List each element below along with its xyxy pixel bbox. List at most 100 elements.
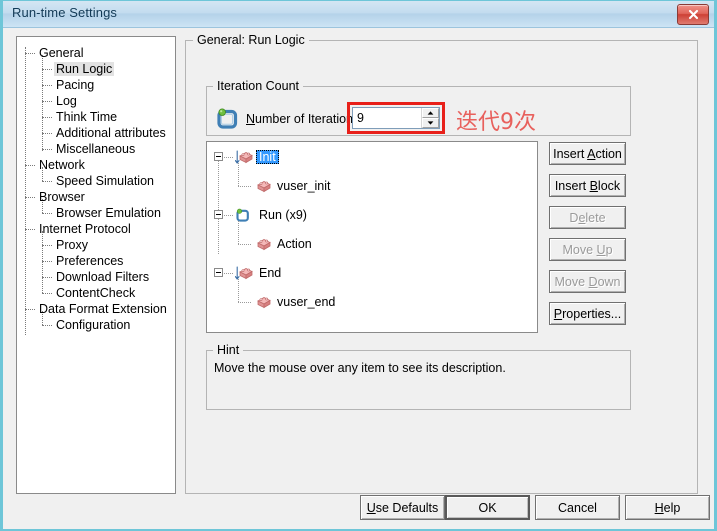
insert-action-button[interactable]: Insert Action — [549, 142, 626, 165]
sidebar-item-think-time[interactable]: Think Time — [54, 109, 119, 125]
sidebar-item-run-logic[interactable]: Run Logic — [54, 61, 115, 77]
loop-icon — [215, 107, 239, 131]
sidebar-item-download-filters[interactable]: Download Filters — [54, 269, 151, 285]
sidebar-item-label: Download Filters — [56, 270, 150, 284]
run-logic-node-init[interactable]: Init — [256, 148, 279, 166]
run-logic-node-end[interactable]: End — [256, 264, 284, 282]
runtime-settings-dialog: Run-time Settings General Run Logic Pacing… — [0, 0, 717, 531]
sidebar-item-label: Think Time — [56, 110, 118, 124]
tree-connector — [42, 117, 52, 118]
sidebar-item-additional-attributes[interactable]: Additional attributes — [54, 125, 168, 141]
close-icon[interactable] — [677, 4, 709, 25]
button-label-post: lete — [585, 210, 606, 225]
button-label-accel: U — [596, 242, 606, 257]
button-label-post: se Defaults — [375, 500, 439, 515]
tree-connector — [42, 181, 52, 182]
tree-connector — [238, 221, 239, 244]
tree-expander-icon[interactable] — [214, 210, 223, 219]
sidebar-item-proxy[interactable]: Proxy — [54, 237, 90, 253]
iteration-label-accel: N — [246, 112, 256, 126]
block-icon — [253, 237, 271, 257]
sidebar-item-label: Speed Simulation — [56, 174, 154, 188]
button-label-post: lock — [597, 178, 621, 193]
button-label-post: ction — [595, 146, 622, 161]
sidebar-item-speed-simulation[interactable]: Speed Simulation — [54, 173, 156, 189]
move-down-button: Move Down — [549, 270, 626, 293]
run-logic-tree[interactable]: Init vuser_init Run (x9) Action End vuser_end — [206, 141, 538, 333]
annotation-text: 迭代9次 — [456, 110, 536, 135]
sidebar-item-data-format-extension[interactable]: Data Format Extension — [37, 301, 169, 317]
sidebar-item-miscellaneous[interactable]: Miscellaneous — [54, 141, 137, 157]
sidebar-item-general[interactable]: General — [37, 45, 85, 61]
hint-text: Move the mouse over any item to see its … — [214, 361, 506, 375]
content-group-title: General: Run Logic — [193, 33, 309, 47]
tree-connector — [224, 215, 233, 216]
button-label-accel: P — [553, 306, 563, 321]
sidebar-item-browser[interactable]: Browser — [37, 189, 87, 205]
sidebar-item-label: Browser — [39, 190, 85, 204]
move-up-button: Move Up — [549, 238, 626, 261]
sidebar-item-configuration[interactable]: Configuration — [54, 317, 132, 333]
sidebar-item-network[interactable]: Network — [37, 157, 87, 173]
button-label-post: p — [605, 242, 613, 257]
button-label-post: roperties... — [562, 306, 622, 321]
tree-connector — [42, 245, 52, 246]
tree-connector — [25, 53, 35, 54]
sidebar-item-label: Run Logic — [54, 62, 115, 76]
tree-spine-internet — [42, 231, 43, 293]
tree-connector — [238, 302, 251, 303]
run-logic-node-label: Run (x9) — [259, 208, 307, 222]
tree-expander-icon[interactable] — [214, 268, 223, 277]
title-bar: Run-time Settings — [3, 1, 714, 28]
run-logic-node-label: Init — [256, 150, 279, 164]
sidebar-item-label: Log — [56, 94, 77, 108]
help-button[interactable]: Help — [625, 495, 710, 520]
sidebar-item-label: Proxy — [56, 238, 88, 252]
stepper-up-icon[interactable] — [422, 108, 439, 118]
run-logic-node-action[interactable]: Action — [274, 235, 315, 253]
sidebar-item-browser-emulation[interactable]: Browser Emulation — [54, 205, 163, 221]
stepper-down-icon[interactable] — [422, 118, 439, 128]
run-logic-node-vuser-init[interactable]: vuser_init — [274, 177, 334, 195]
stepper-buttons[interactable] — [421, 108, 439, 128]
run-logic-node-label: Action — [277, 237, 312, 251]
use-defaults-button[interactable]: Use Defaults — [360, 495, 445, 520]
iteration-label-rest: umber of Iterations: — [255, 112, 363, 126]
sidebar-item-label: Miscellaneous — [56, 142, 136, 156]
button-label-accel: U — [366, 500, 376, 515]
sidebar-item-internet-protocol[interactable]: Internet Protocol — [37, 221, 133, 237]
ok-button[interactable]: OK — [445, 495, 530, 520]
run-logic-node-run-x9[interactable]: Run (x9) — [256, 206, 310, 224]
properties-button[interactable]: Properties... — [549, 302, 626, 325]
tree-connector — [42, 261, 52, 262]
sidebar-item-log[interactable]: Log — [54, 93, 79, 109]
button-label-pre: Insert — [553, 146, 588, 161]
sidebar-item-preferences[interactable]: Preferences — [54, 253, 125, 269]
tree-connector — [25, 229, 35, 230]
tree-connector — [42, 277, 52, 278]
sidebar-item-contentcheck[interactable]: ContentCheck — [54, 285, 137, 301]
tree-connector — [238, 244, 251, 245]
insert-block-button[interactable]: Insert Block — [549, 174, 626, 197]
iteration-count-stepper[interactable] — [352, 107, 440, 129]
tree-connector — [42, 149, 52, 150]
iteration-count-input[interactable] — [353, 108, 421, 128]
tree-expander-icon[interactable] — [214, 152, 223, 161]
run-logic-node-label: End — [259, 266, 282, 280]
tree-connector — [42, 85, 52, 86]
block-icon — [253, 295, 271, 315]
sidebar-item-label: Preferences — [56, 254, 124, 268]
sidebar-item-label: Additional attributes — [56, 126, 166, 140]
button-label-post: own — [597, 274, 621, 289]
runlogic-spine — [218, 154, 219, 254]
settings-nav-tree[interactable]: General Run Logic Pacing Log Think Time Addit… — [16, 36, 176, 494]
cancel-button[interactable]: Cancel — [535, 495, 620, 520]
tree-connector — [42, 213, 52, 214]
tree-connector — [25, 197, 35, 198]
button-label-accel: B — [589, 178, 598, 193]
tree-connector — [42, 101, 52, 102]
sidebar-item-pacing[interactable]: Pacing — [54, 77, 96, 93]
tree-connector — [238, 163, 239, 186]
run-logic-node-vuser-end[interactable]: vuser_end — [274, 293, 338, 311]
sidebar-item-label: Configuration — [56, 318, 131, 332]
